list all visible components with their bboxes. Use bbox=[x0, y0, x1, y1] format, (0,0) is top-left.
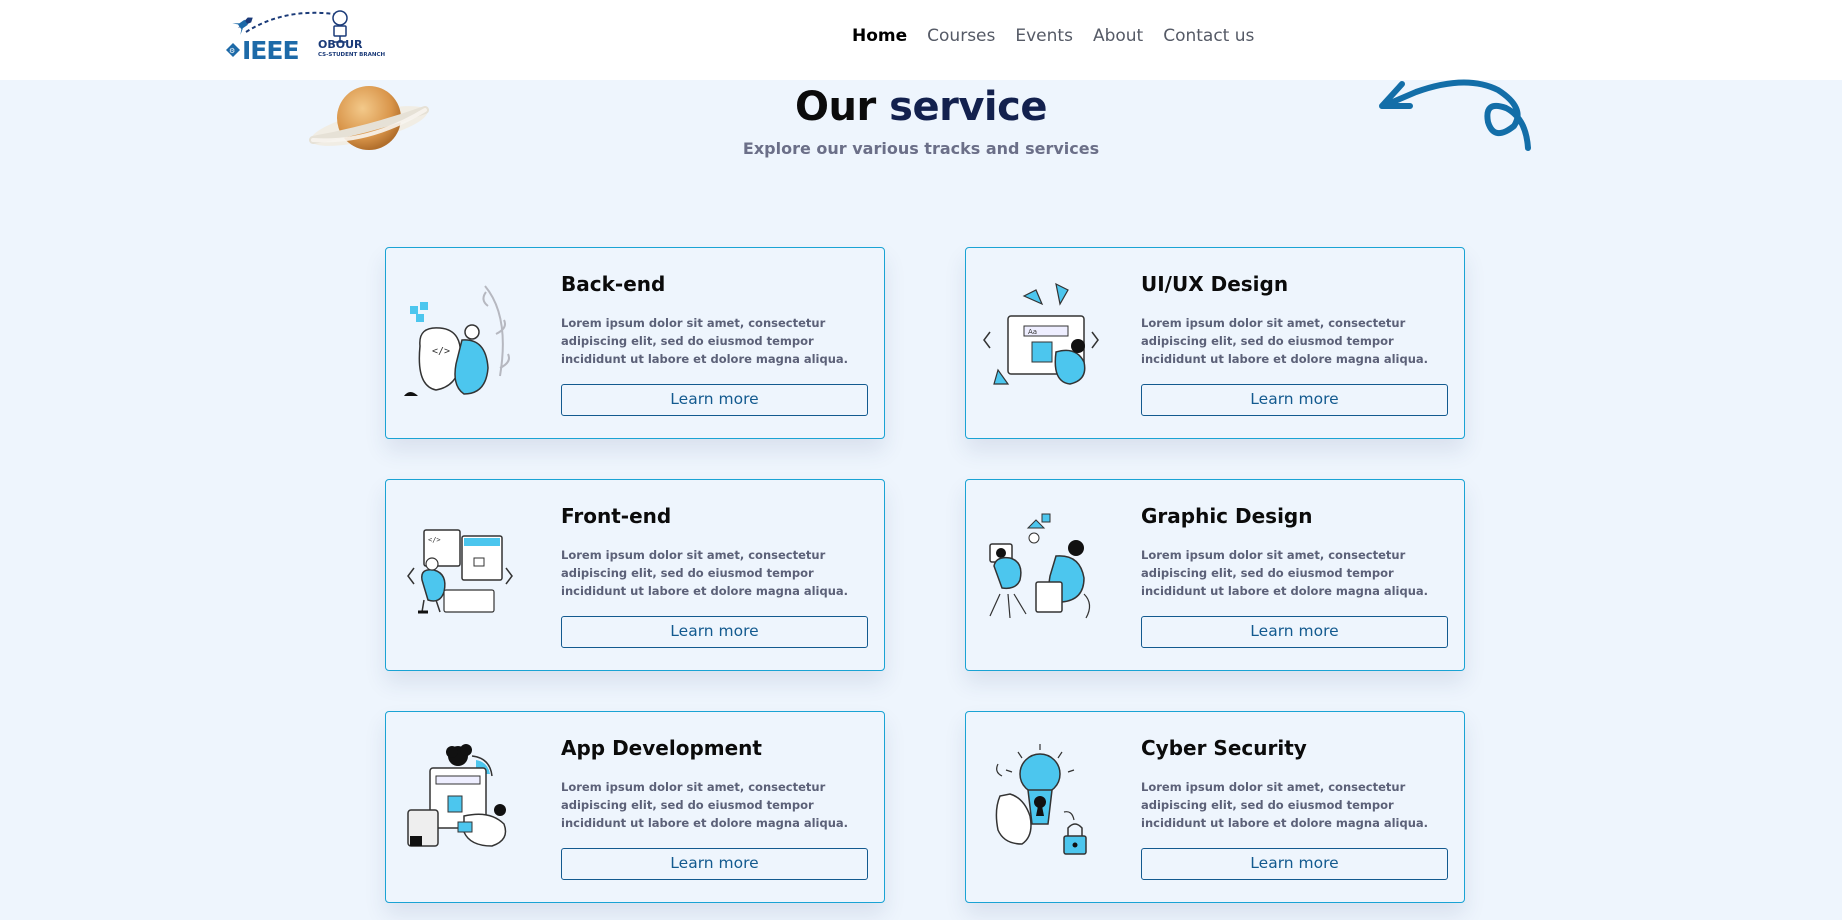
svg-text:</>: </> bbox=[428, 536, 441, 544]
card-title: Back-end bbox=[561, 272, 666, 296]
card-description: Lorem ipsum dolor sit amet, consectetur … bbox=[561, 316, 849, 366]
navbar: ⚙ IEEE OBOUR CS-STUDENT BRANCH Home Cour… bbox=[0, 0, 1842, 80]
nav-contact[interactable]: Contact us bbox=[1163, 26, 1254, 50]
service-card-app-development: App Development Lorem ipsum dolor sit am… bbox=[385, 711, 885, 903]
frontend-illustration-icon: </> bbox=[407, 529, 513, 614]
service-card-backend: </> Back-end Lorem ipsum dolor sit amet,… bbox=[385, 247, 885, 439]
uiux-illustration-icon: Aa bbox=[983, 282, 1099, 385]
service-card-uiux: Aa UI/UX Design Lorem ipsum dolor sit am… bbox=[965, 247, 1465, 439]
cyber-security-illustration-icon bbox=[995, 744, 1087, 855]
svg-text:</>: </> bbox=[432, 346, 450, 357]
nav-home[interactable]: Home bbox=[852, 26, 907, 50]
main-nav: Home Courses Events About Contact us bbox=[852, 26, 1274, 50]
title-word-2: service bbox=[889, 84, 1047, 130]
learn-more-button[interactable]: Learn more bbox=[561, 384, 868, 416]
card-description: Lorem ipsum dolor sit amet, consectetur … bbox=[561, 548, 849, 598]
brand-name: IEEE bbox=[242, 36, 300, 65]
service-card-graphic-design: Graphic Design Lorem ipsum dolor sit ame… bbox=[965, 479, 1465, 671]
card-title: Cyber Security bbox=[1141, 736, 1307, 760]
card-description: Lorem ipsum dolor sit amet, consectetur … bbox=[1141, 548, 1429, 598]
graphic-design-illustration-icon bbox=[989, 513, 1091, 619]
card-title: App Development bbox=[561, 736, 762, 760]
brand-branch-label: CS-STUDENT BRANCH bbox=[318, 52, 386, 58]
card-description: Lorem ipsum dolor sit amet, consectetur … bbox=[1141, 316, 1429, 366]
backend-illustration-icon: </> bbox=[404, 285, 510, 396]
card-description: Lorem ipsum dolor sit amet, consectetur … bbox=[561, 780, 849, 830]
service-card-frontend: </> Front-end Lorem ipsum dolor sit amet… bbox=[385, 479, 885, 671]
card-title: Graphic Design bbox=[1141, 504, 1313, 528]
card-description: Lorem ipsum dolor sit amet, consectetur … bbox=[1141, 780, 1429, 830]
learn-more-button[interactable]: Learn more bbox=[1141, 384, 1448, 416]
title-word-1: Our bbox=[795, 84, 876, 130]
learn-more-button[interactable]: Learn more bbox=[1141, 848, 1448, 880]
nav-events[interactable]: Events bbox=[1015, 26, 1073, 50]
svg-text:⚙: ⚙ bbox=[229, 47, 235, 55]
service-card-cyber-security: Cyber Security Lorem ipsum dolor sit ame… bbox=[965, 711, 1465, 903]
learn-more-button[interactable]: Learn more bbox=[1141, 616, 1448, 648]
page-subtitle: Explore our various tracks and services bbox=[742, 139, 1100, 158]
learn-more-button[interactable]: Learn more bbox=[561, 616, 868, 648]
page-title: Our service bbox=[0, 84, 1842, 130]
svg-text:Aa: Aa bbox=[1028, 328, 1037, 336]
nav-courses[interactable]: Courses bbox=[927, 26, 995, 50]
app-development-illustration-icon bbox=[407, 744, 507, 847]
brand-chapter: OBOUR bbox=[318, 38, 363, 51]
learn-more-button[interactable]: Learn more bbox=[561, 848, 868, 880]
card-title: Front-end bbox=[561, 504, 672, 528]
ieee-obour-logo[interactable]: ⚙ IEEE OBOUR CS-STUDENT BRANCH bbox=[224, 8, 385, 65]
nav-about[interactable]: About bbox=[1093, 26, 1143, 50]
card-title: UI/UX Design bbox=[1141, 272, 1289, 296]
